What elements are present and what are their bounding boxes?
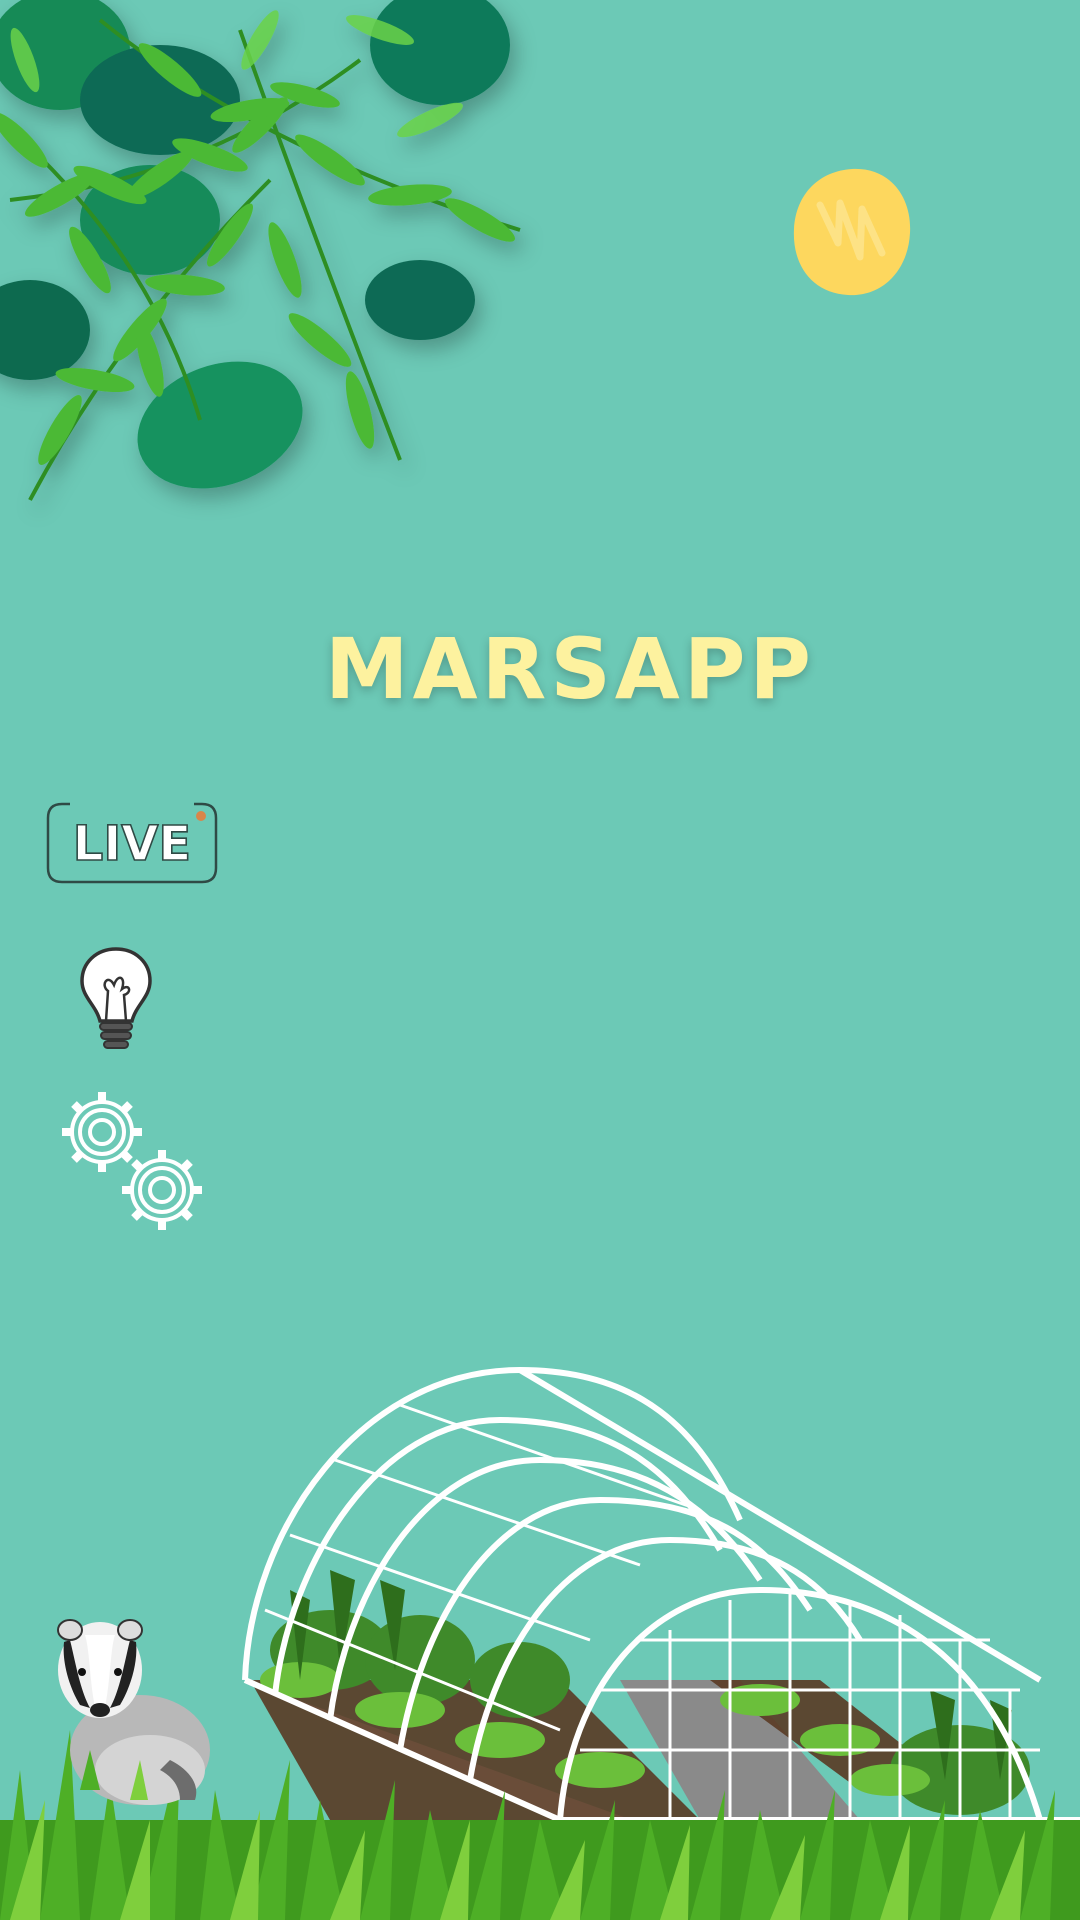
sun-icon bbox=[793, 168, 911, 296]
lightbulb-icon bbox=[80, 947, 152, 1049]
badger-illustration bbox=[57, 1619, 210, 1805]
settings-button[interactable] bbox=[58, 1088, 208, 1236]
app-title: MARSAPP bbox=[325, 620, 815, 718]
idea-button[interactable] bbox=[78, 945, 154, 1055]
gears-icon bbox=[62, 1092, 202, 1230]
tropical-foliage-illustration bbox=[0, 0, 521, 501]
live-label: LIVE bbox=[73, 816, 191, 872]
live-button[interactable]: LIVE bbox=[44, 800, 220, 886]
greenhouse-illustration bbox=[242, 1366, 1080, 1830]
